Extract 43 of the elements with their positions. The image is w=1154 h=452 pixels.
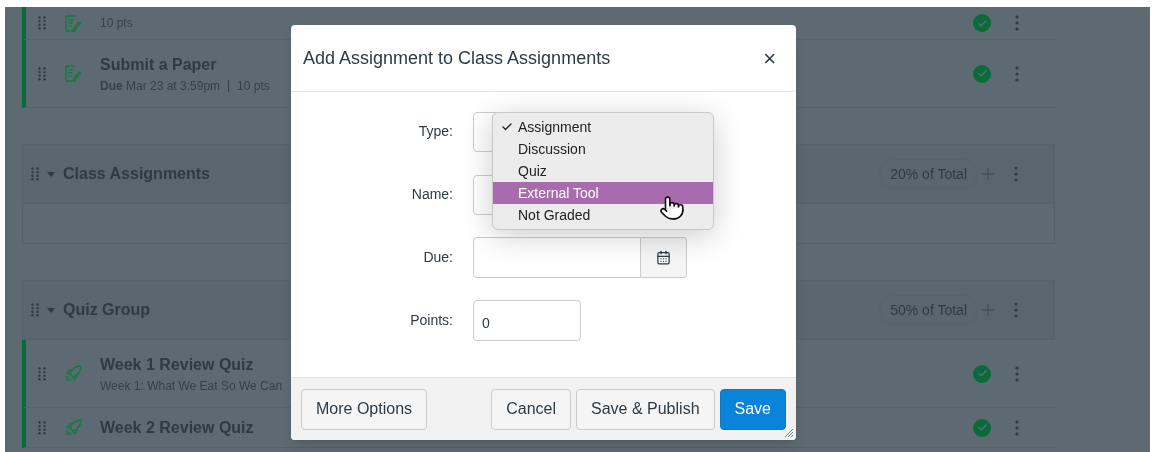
- drag-handle-icon[interactable]: [38, 366, 46, 381]
- document-pencil-icon: [65, 65, 81, 82]
- calendar-icon: [656, 250, 671, 265]
- dialog-title: Add Assignment to Class Assignments: [303, 46, 611, 70]
- dropdown-option[interactable]: Not Graded: [493, 204, 713, 226]
- dialog-button[interactable]: More Options: [301, 388, 428, 430]
- rocket-icon: [64, 419, 82, 436]
- field-label: Due:: [422, 248, 454, 267]
- due-date-input[interactable]: [473, 237, 641, 278]
- drag-handle-icon[interactable]: [38, 420, 46, 435]
- more-options-icon[interactable]: [1015, 65, 1019, 82]
- dropdown-option[interactable]: Assignment: [493, 116, 713, 138]
- rocket-icon: [64, 365, 82, 382]
- field-label: Type:: [417, 122, 454, 141]
- points-input[interactable]: 0: [473, 300, 581, 341]
- dialog-button[interactable]: Save & Publish: [576, 388, 715, 430]
- more-options-icon[interactable]: [1014, 302, 1018, 318]
- published-check-icon[interactable]: [973, 364, 991, 383]
- collapse-caret-icon[interactable]: [47, 306, 55, 314]
- more-options-icon[interactable]: [1015, 15, 1019, 31]
- drag-handle-icon[interactable]: [38, 16, 46, 30]
- published-check-icon[interactable]: [973, 14, 991, 32]
- more-options-icon[interactable]: [1015, 419, 1019, 436]
- published-check-icon[interactable]: [973, 64, 991, 83]
- dropdown-option[interactable]: Discussion: [493, 138, 713, 160]
- field-label: Name:: [410, 185, 454, 204]
- collapse-caret-icon[interactable]: [47, 170, 55, 178]
- resize-grip-icon[interactable]: [784, 428, 794, 438]
- drag-handle-icon[interactable]: [31, 167, 39, 181]
- more-options-icon[interactable]: [1014, 166, 1018, 182]
- drag-handle-icon[interactable]: [38, 66, 46, 81]
- document-pencil-icon: [65, 14, 81, 32]
- dropdown-option[interactable]: Quiz: [493, 160, 713, 182]
- dropdown-option[interactable]: External Tool: [493, 182, 713, 204]
- dialog-button[interactable]: Cancel: [491, 388, 571, 430]
- field-label: Points:: [409, 311, 454, 330]
- calendar-button[interactable]: [641, 237, 687, 278]
- published-check-icon[interactable]: [973, 418, 991, 437]
- hand-cursor-icon: [659, 195, 685, 221]
- drag-handle-icon[interactable]: [31, 303, 39, 317]
- more-options-icon[interactable]: [1015, 365, 1019, 382]
- save-button[interactable]: Save: [719, 388, 786, 430]
- close-button[interactable]: ×: [755, 41, 784, 75]
